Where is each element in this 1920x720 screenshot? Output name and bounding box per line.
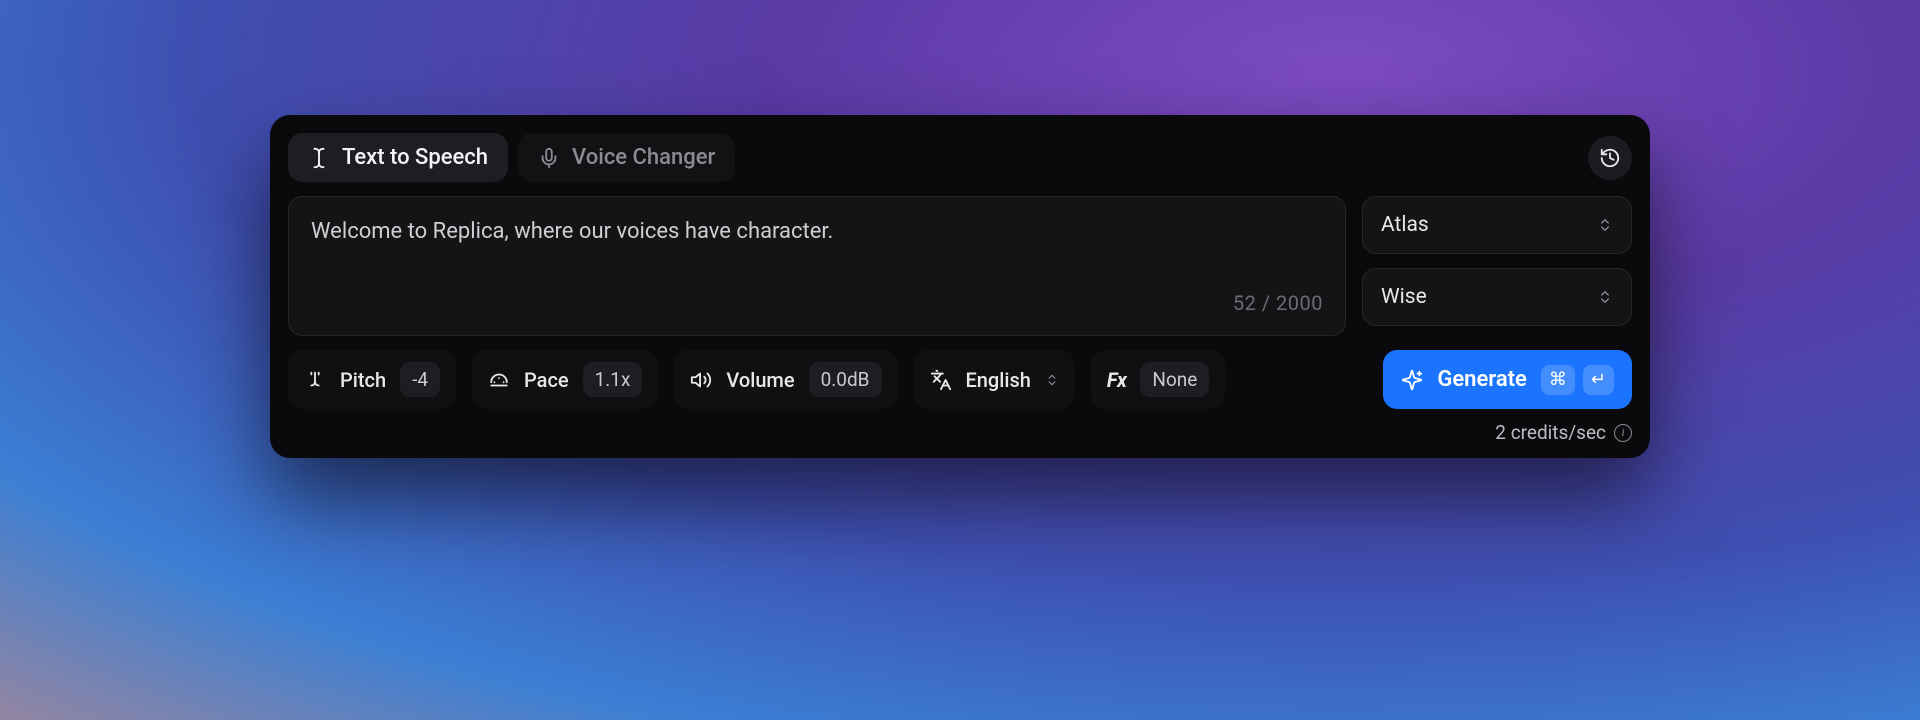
- credits-text: 2 credits/sec: [1495, 421, 1606, 444]
- params-row: Pitch -4 Pace 1.1x Volume 0.0dB English: [288, 350, 1632, 409]
- text-input-container: Welcome to Replica, where our voices hav…: [288, 196, 1346, 336]
- voice-style-selects: Atlas Wise: [1362, 196, 1632, 336]
- tab-label: Voice Changer: [572, 145, 715, 170]
- sparkles-icon: [1401, 369, 1423, 391]
- tts-panel: Text to Speech Voice Changer Welcome to …: [270, 115, 1650, 458]
- voice-select-value: Atlas: [1381, 213, 1429, 237]
- microphone-icon: [538, 147, 560, 169]
- tab-text-to-speech[interactable]: Text to Speech: [288, 133, 508, 182]
- language-select[interactable]: English: [914, 350, 1075, 409]
- param-value: 1.1x: [583, 362, 643, 397]
- pitch-icon: [304, 369, 326, 391]
- tab-label: Text to Speech: [342, 145, 488, 170]
- pace-icon: [488, 369, 510, 391]
- generate-button[interactable]: Generate ⌘ ↵: [1383, 350, 1632, 409]
- generate-label: Generate: [1437, 367, 1527, 392]
- kbd-enter: ↵: [1583, 365, 1614, 395]
- param-label: English: [966, 368, 1031, 392]
- history-button[interactable]: [1588, 136, 1632, 180]
- pace-control[interactable]: Pace 1.1x: [472, 350, 658, 409]
- credits-row: 2 credits/sec i: [288, 421, 1632, 444]
- param-label: Pace: [524, 368, 569, 392]
- param-value: -4: [400, 362, 440, 397]
- fx-control[interactable]: Fx None: [1091, 350, 1226, 409]
- text-input[interactable]: Welcome to Replica, where our voices hav…: [311, 217, 1323, 248]
- middle-row: Welcome to Replica, where our voices hav…: [288, 196, 1632, 336]
- voice-select[interactable]: Atlas: [1362, 196, 1632, 254]
- volume-icon: [690, 369, 712, 391]
- kbd-modifier: ⌘: [1541, 365, 1575, 395]
- param-label: Pitch: [340, 368, 386, 392]
- fx-icon: Fx: [1107, 368, 1127, 392]
- chevron-up-down-icon: [1597, 289, 1613, 305]
- character-count: 52 / 2000: [1233, 291, 1323, 315]
- language-icon: [930, 369, 952, 391]
- history-icon: [1599, 147, 1621, 169]
- top-row: Text to Speech Voice Changer: [288, 133, 1632, 182]
- info-icon[interactable]: i: [1614, 424, 1632, 442]
- param-label: Volume: [726, 368, 794, 392]
- style-select[interactable]: Wise: [1362, 268, 1632, 326]
- text-cursor-icon: [308, 147, 330, 169]
- pitch-control[interactable]: Pitch -4: [288, 350, 456, 409]
- chevron-up-down-icon: [1045, 373, 1059, 387]
- mode-tabs: Text to Speech Voice Changer: [288, 133, 735, 182]
- volume-control[interactable]: Volume 0.0dB: [674, 350, 897, 409]
- chevron-up-down-icon: [1597, 217, 1613, 233]
- tab-voice-changer[interactable]: Voice Changer: [518, 133, 735, 182]
- style-select-value: Wise: [1381, 285, 1427, 309]
- keyboard-shortcut: ⌘ ↵: [1541, 365, 1614, 395]
- param-value: None: [1140, 362, 1209, 397]
- param-value: 0.0dB: [809, 362, 882, 397]
